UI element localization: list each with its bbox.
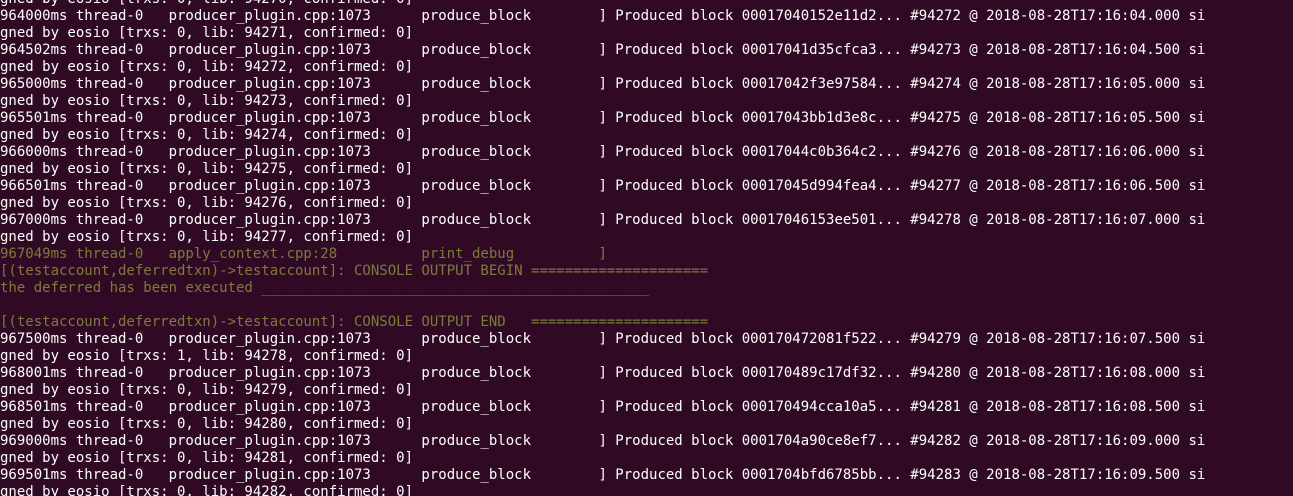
terminal-line: gned by eosio [trxs: 0, lib: 94274, conf… [0,127,414,143]
terminal-line: 964502ms thread-0 producer_plugin.cpp:10… [0,42,1206,58]
terminal-line: 968001ms thread-0 producer_plugin.cpp:10… [0,365,1206,381]
terminal-line: 966000ms thread-0 producer_plugin.cpp:10… [0,144,1206,160]
terminal-line: the deferred has been executed _________… [0,280,650,296]
terminal-line: 967000ms thread-0 producer_plugin.cpp:10… [0,212,1206,228]
terminal-line: 964000ms thread-0 producer_plugin.cpp:10… [0,8,1206,24]
terminal-line: 969501ms thread-0 producer_plugin.cpp:10… [0,467,1206,483]
terminal-output: gned by eosio [trxs: 0, lib: 94270, conf… [0,0,1293,496]
terminal-line: 967049ms thread-0 apply_context.cpp:28 p… [0,246,607,262]
terminal-line: gned by eosio [trxs: 0, lib: 94270, conf… [0,0,1293,8]
terminal-line: gned by eosio [trxs: 0, lib: 94272, conf… [0,59,414,75]
terminal-line: gned by eosio [trxs: 0, lib: 94277, conf… [0,229,414,245]
terminal-line: [(testaccount,deferredtxn)->testaccount]… [0,263,709,279]
terminal-line: gned by eosio [trxs: 0, lib: 94275, conf… [0,161,414,177]
terminal-line: gned by eosio [trxs: 0, lib: 94271, conf… [0,25,414,41]
terminal-line: 968501ms thread-0 producer_plugin.cpp:10… [0,399,1206,415]
terminal-window[interactable]: gned by eosio [trxs: 0, lib: 94270, conf… [0,0,1293,496]
terminal-line: gned by eosio [trxs: 0, lib: 94279, conf… [0,382,414,398]
terminal-line: 965000ms thread-0 producer_plugin.cpp:10… [0,76,1206,92]
terminal-line: gned by eosio [trxs: 0, lib: 94281, conf… [0,450,414,466]
terminal-line: 966501ms thread-0 producer_plugin.cpp:10… [0,178,1206,194]
terminal-line: gned by eosio [trxs: 0, lib: 94276, conf… [0,195,414,211]
terminal-line: gned by eosio [trxs: 0, lib: 94282, conf… [0,484,414,496]
terminal-line: 965501ms thread-0 producer_plugin.cpp:10… [0,110,1206,126]
terminal-line: gned by eosio [trxs: 0, lib: 94280, conf… [0,416,414,432]
terminal-line: [(testaccount,deferredtxn)->testaccount]… [0,314,709,330]
terminal-line: 967500ms thread-0 producer_plugin.cpp:10… [0,331,1206,347]
terminal-line: gned by eosio [trxs: 1, lib: 94278, conf… [0,348,414,364]
terminal-line: gned by eosio [trxs: 0, lib: 94273, conf… [0,93,414,109]
terminal-line: 969000ms thread-0 producer_plugin.cpp:10… [0,433,1206,449]
